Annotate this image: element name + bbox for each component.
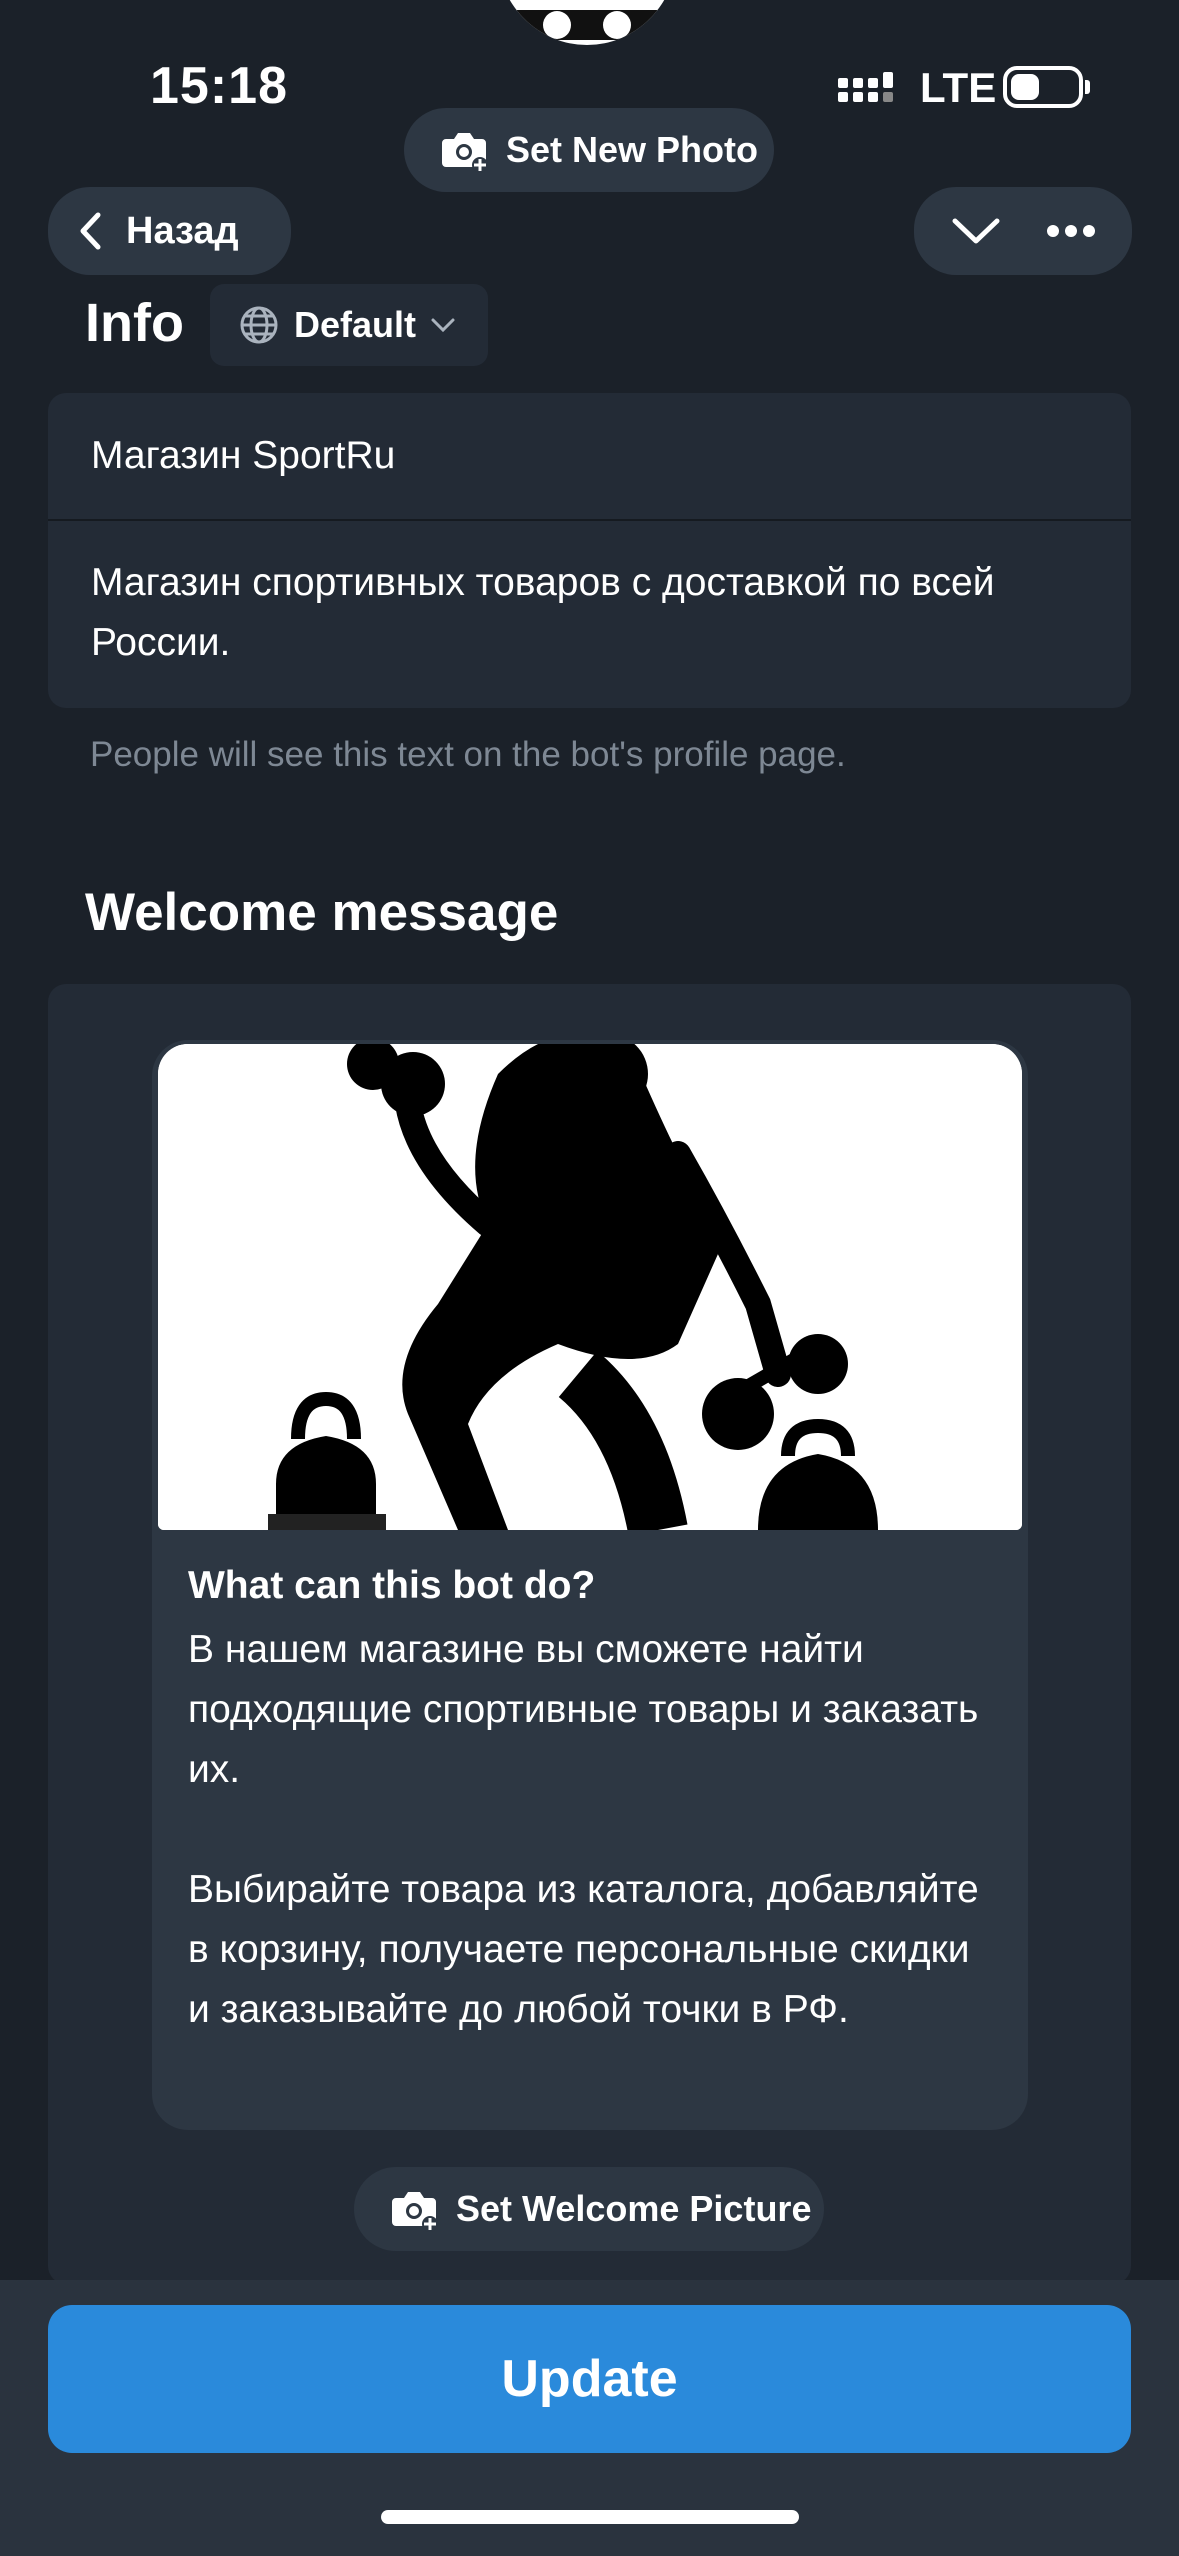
- camera-add-icon: [442, 133, 488, 173]
- back-label: Назад: [126, 209, 239, 252]
- bot-name-field[interactable]: Магазин SportRu: [48, 393, 1131, 521]
- update-button[interactable]: Update: [48, 2305, 1131, 2453]
- chevron-down-small-icon: [431, 318, 455, 333]
- battery-icon: [1003, 66, 1083, 108]
- cellular-signal-icon: [838, 72, 893, 102]
- status-time: 15:18: [150, 57, 288, 115]
- set-welcome-picture-button[interactable]: Set Welcome Picture: [354, 2167, 824, 2251]
- more-icon[interactable]: [1046, 224, 1096, 238]
- welcome-section-title: Welcome message: [85, 883, 559, 942]
- profile-hint: People will see this text on the bot's p…: [90, 735, 846, 774]
- camera-add-icon: [392, 2192, 438, 2232]
- set-new-photo-button[interactable]: Set New Photo: [404, 108, 774, 192]
- info-card: Магазин SportRu Магазин спортивных товар…: [48, 393, 1131, 708]
- chevron-left-icon: [80, 212, 101, 250]
- set-new-photo-label: Set New Photo: [506, 129, 759, 170]
- fitness-illustration: [158, 1044, 1022, 1530]
- battery-tip: [1085, 80, 1090, 94]
- header-actions: [914, 187, 1132, 275]
- bot-description-field[interactable]: Магазин спортивных товаров с доставкой п…: [91, 553, 1091, 673]
- home-indicator[interactable]: [381, 2510, 799, 2524]
- language-label: Default: [294, 304, 417, 345]
- welcome-bubble-title: What can this bot do?: [188, 1564, 596, 1607]
- info-section-title: Info: [85, 293, 184, 353]
- set-welcome-picture-label: Set Welcome Picture: [456, 2188, 812, 2229]
- welcome-picture: [158, 1044, 1022, 1530]
- chevron-down-icon[interactable]: [951, 216, 1001, 246]
- welcome-bubble-text[interactable]: В нашем магазине вы сможете найти подход…: [188, 1620, 988, 2040]
- welcome-message-bubble: What can this bot do? В нашем магазине в…: [152, 1040, 1028, 2130]
- bot-avatar[interactable]: [497, 0, 677, 45]
- network-type: LTE: [920, 64, 997, 111]
- back-button[interactable]: Назад: [48, 187, 291, 275]
- bot-name-value: Магазин SportRu: [91, 434, 396, 477]
- globe-icon: [240, 306, 278, 344]
- language-selector[interactable]: Default: [210, 284, 488, 366]
